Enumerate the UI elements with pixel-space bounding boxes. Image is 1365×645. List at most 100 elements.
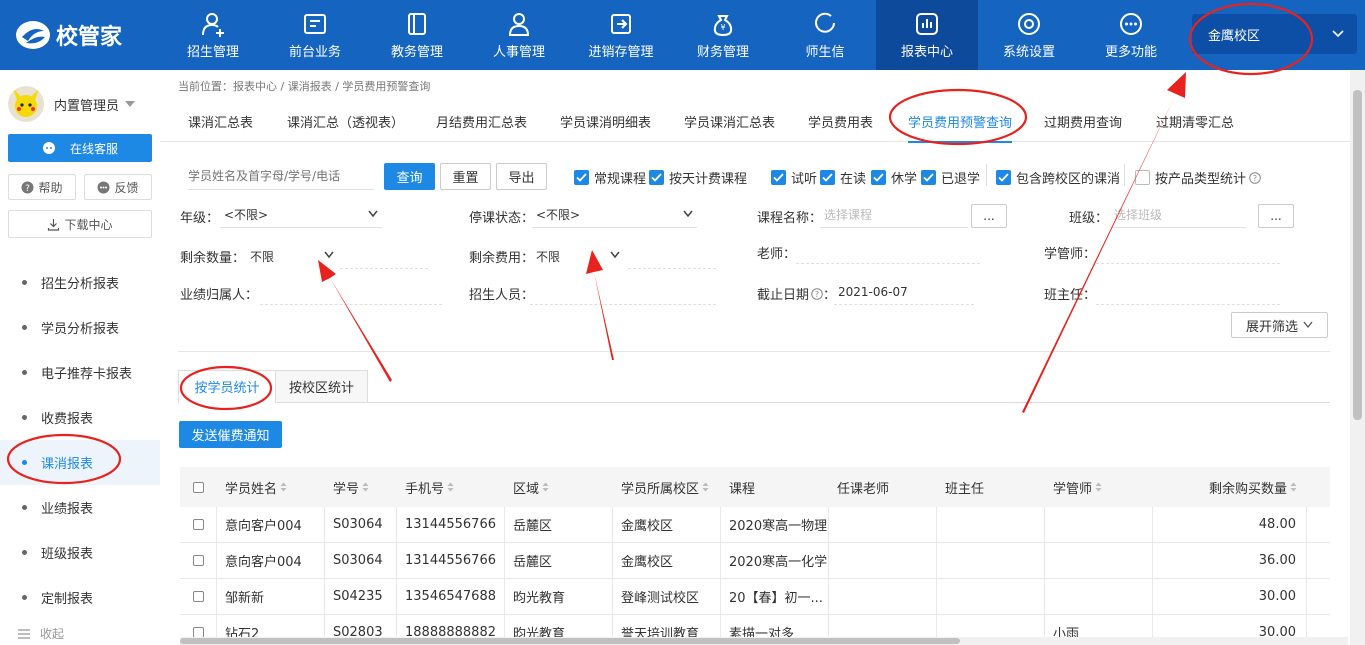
chevron-down-icon <box>1303 321 1313 329</box>
query-button[interactable]: 查询 <box>384 163 435 190</box>
subtab-by-campus[interactable]: 按校区统计 <box>275 370 368 403</box>
recruiter-input[interactable] <box>530 279 716 305</box>
nav-item-1[interactable]: 前台业务 <box>264 0 366 70</box>
filter-checkbox-3[interactable]: 在读 <box>820 168 866 187</box>
nav-item-7[interactable]: 报表中心 <box>876 0 978 70</box>
sidebar-item-0[interactable]: 招生分析报表 <box>0 260 160 305</box>
row-checkbox[interactable] <box>180 507 217 542</box>
tab-7[interactable]: 过期费用查询 <box>1044 112 1122 131</box>
column-header[interactable]: 区域 <box>505 467 613 507</box>
tab-8[interactable]: 过期清零汇总 <box>1156 112 1234 131</box>
remain-qty-select[interactable]: 不限 <box>246 243 338 269</box>
nav-item-6[interactable]: 师生信 <box>774 0 876 70</box>
chart-icon <box>916 12 938 35</box>
sidebar-item-6[interactable]: 班级报表 <box>0 530 160 575</box>
reset-button[interactable]: 重置 <box>440 163 491 190</box>
headteacher-input[interactable] <box>1096 279 1280 305</box>
sidebar-item-5[interactable]: 业绩报表 <box>0 485 160 530</box>
online-service-button[interactable]: 在线客服 <box>8 134 152 162</box>
tab-0[interactable]: 课消汇总表 <box>188 112 253 131</box>
tab-6[interactable]: 学员费用预警查询 <box>908 112 1013 143</box>
filter-checkbox-5[interactable]: 已退学 <box>921 168 980 187</box>
app-logo[interactable]: 校管家 <box>14 18 122 52</box>
help-button[interactable]: ? 帮助 <box>8 174 76 200</box>
nav-item-4[interactable]: 进销存管理 <box>570 0 672 70</box>
tab-5[interactable]: 学员费用表 <box>808 112 873 131</box>
owner-input[interactable] <box>260 279 442 305</box>
expand-filter-button[interactable]: 展开筛选 <box>1231 312 1328 338</box>
column-header[interactable]: 班主任 <box>937 467 1045 507</box>
question-circle-icon[interactable]: ? <box>811 287 823 300</box>
column-header[interactable]: 剩余购买数量 <box>1153 467 1307 507</box>
class-input[interactable]: 选择班级 <box>1110 202 1246 228</box>
stop-status-select[interactable]: <不限> <box>532 202 697 228</box>
select-all-checkbox[interactable] <box>180 467 217 507</box>
class-picker-button[interactable]: ... <box>1258 204 1294 228</box>
column-header[interactable]: 课程 <box>721 467 829 507</box>
column-header[interactable]: 学员所属校区 <box>613 467 721 507</box>
scrollbar-thumb[interactable] <box>180 638 960 644</box>
column-header[interactable]: 学员姓名 <box>217 467 325 507</box>
deadline-input[interactable]: 2021-06-07 <box>834 279 974 305</box>
table-row[interactable]: 邹新新 S04235 13546547688 昀光教育 登峰测试校区 20【春】初一...… <box>180 579 1330 615</box>
course-name-input[interactable]: 选择课程 <box>820 202 968 228</box>
download-center-button[interactable]: 下载中心 <box>8 210 152 238</box>
column-header[interactable]: 学管师 <box>1045 467 1153 507</box>
horizontal-scrollbar[interactable] <box>180 637 1348 645</box>
sidebar-item-7[interactable]: 定制报表 <box>0 575 160 620</box>
course-picker-button[interactable]: ... <box>971 204 1007 228</box>
filter-checkbox-6[interactable]: 包含跨校区的课消 <box>996 168 1120 187</box>
remain-fee-select[interactable]: 不限 <box>532 243 624 269</box>
filter-checkbox-4[interactable]: 休学 <box>871 168 917 187</box>
tab-4[interactable]: 学员课消汇总表 <box>684 112 775 131</box>
caret-down-icon <box>125 101 136 107</box>
filter-checkbox-1[interactable]: 按天计费课程 <box>649 168 747 187</box>
nav-item-5[interactable]: ¥ 财务管理 <box>672 0 774 70</box>
question-circle-icon: ? <box>21 181 34 194</box>
nav-item-0[interactable]: 招生管理 <box>162 0 264 70</box>
send-payment-reminder-button[interactable]: 发送催费通知 <box>179 421 282 448</box>
row-checkbox[interactable] <box>180 579 217 614</box>
user-menu[interactable]: 内置管理员 <box>8 86 136 122</box>
sidebar-item-3[interactable]: 收费报表 <box>0 395 160 440</box>
column-header[interactable]: 学号 <box>325 467 397 507</box>
collapse-button[interactable]: 收起 <box>18 625 64 642</box>
remain-fee-input[interactable] <box>628 243 716 269</box>
top-navigation-bar: 校管家 招生管理 前台业务 教务管理 人事管理 进销存管理 ¥ 财务管理 师生信 报表中心 系统设… <box>0 0 1365 70</box>
tab-3[interactable]: 学员课消明细表 <box>560 112 651 131</box>
book-icon <box>408 12 426 35</box>
search-input[interactable] <box>188 162 374 190</box>
tab-1[interactable]: 课消汇总（透视表） <box>287 112 404 131</box>
export-button[interactable]: 导出 <box>496 163 547 190</box>
feedback-button[interactable]: 反馈 <box>84 174 152 200</box>
filter-checkbox-2[interactable]: 试听 <box>771 168 817 187</box>
sidebar-item-4[interactable]: 课消报表 <box>0 440 160 485</box>
manager-input[interactable] <box>1096 238 1280 264</box>
column-header[interactable]: 任课老师 <box>829 467 937 507</box>
chevron-down-icon <box>1332 30 1344 38</box>
nav-item-3[interactable]: 人事管理 <box>468 0 570 70</box>
filter-checkbox-7[interactable]: 按产品类型统计? <box>1135 168 1261 187</box>
subtab-by-student[interactable]: 按学员统计 <box>178 370 276 403</box>
checkbox-icon <box>820 170 835 185</box>
teacher-input[interactable] <box>796 238 980 264</box>
campus-selector[interactable]: 金鹰校区 <box>1192 14 1357 54</box>
table-row[interactable]: 意向客户004 S03064 13144556766 岳麓区 金鹰校区 2020寒高一化学… <box>180 543 1330 579</box>
scrollbar-thumb[interactable] <box>1353 90 1362 420</box>
remain-qty-input[interactable] <box>340 243 428 269</box>
row-checkbox[interactable] <box>180 543 217 578</box>
sidebar-item-1[interactable]: 学员分析报表 <box>0 305 160 350</box>
nav-item-9[interactable]: 更多功能 <box>1080 0 1182 70</box>
grade-select[interactable]: <不限> <box>220 202 382 228</box>
table-cell: S03064 <box>325 507 397 542</box>
sidebar-item-2[interactable]: 电子推荐卡报表 <box>0 350 160 395</box>
vertical-scrollbar[interactable] <box>1350 70 1365 645</box>
nav-item-8[interactable]: 系统设置 <box>978 0 1080 70</box>
question-circle-icon[interactable]: ? <box>1249 171 1261 184</box>
table-row[interactable]: 意向客户004 S03064 13144556766 岳麓区 金鹰校区 2020寒高一物理… <box>180 507 1330 543</box>
tab-2[interactable]: 月结费用汇总表 <box>436 112 527 131</box>
nav-item-2[interactable]: 教务管理 <box>366 0 468 70</box>
logo-icon <box>16 21 50 49</box>
column-header[interactable]: 手机号 <box>397 467 505 507</box>
filter-checkbox-0[interactable]: 常规课程 <box>574 168 646 187</box>
